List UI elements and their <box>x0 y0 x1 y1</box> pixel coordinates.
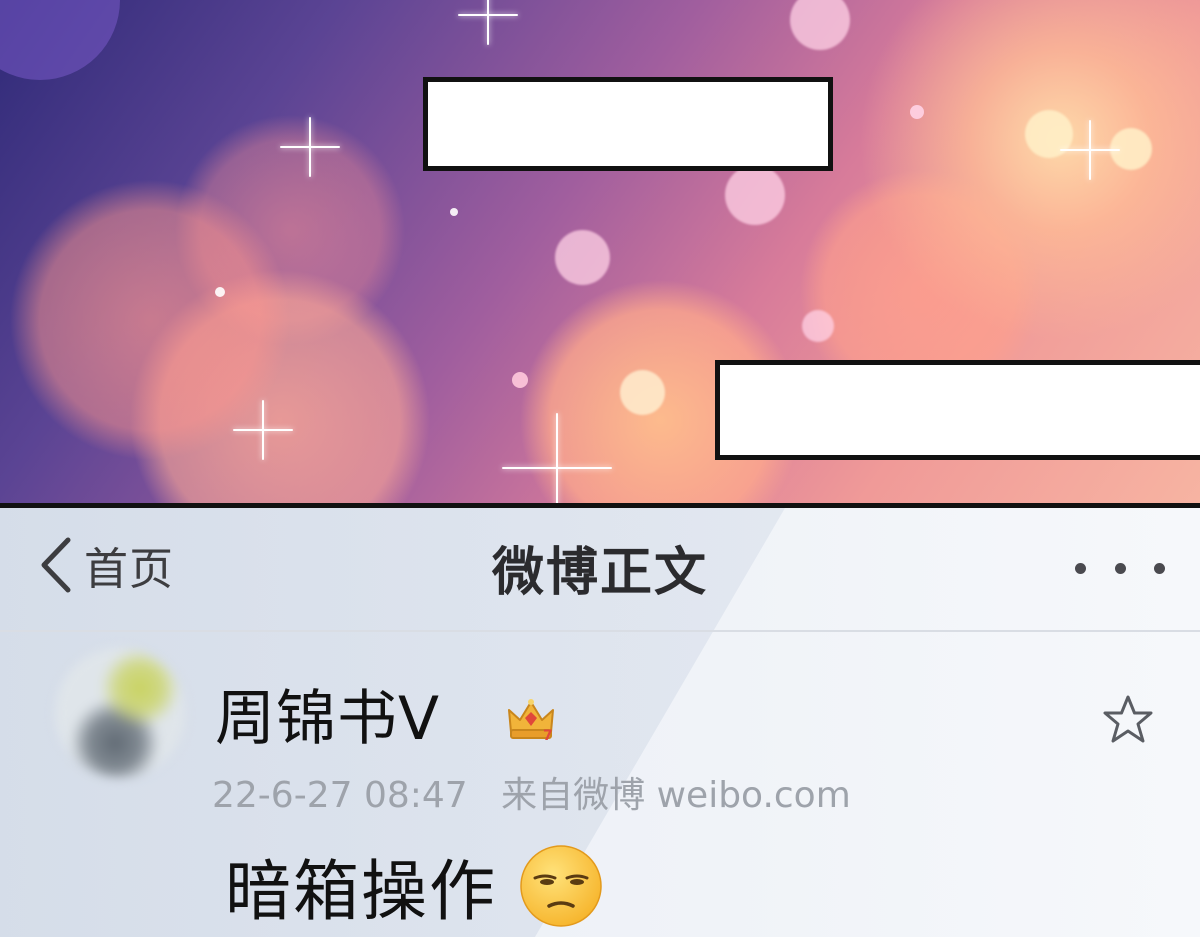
comic-panel-top <box>0 0 1200 507</box>
unamused-face-emoji <box>520 845 602 927</box>
post-text: 暗箱操作 <box>225 853 497 930</box>
avatar[interactable] <box>55 648 185 778</box>
weibo-post-screen: 首页 微博正文 周锦书V 7 22-6-27 08:47 来自微博 weibo.… <box>0 508 1200 937</box>
more-dots-icon <box>1075 562 1086 574</box>
star-outline-icon[interactable] <box>1100 693 1156 747</box>
speech-box-right <box>715 360 1200 460</box>
post-content: 暗箱操作 <box>225 838 603 934</box>
more-button[interactable] <box>1075 548 1165 588</box>
navigation-bar: 首页 微博正文 <box>0 508 1200 632</box>
page-title: 微博正文 <box>491 543 708 603</box>
sparkle-dot <box>450 208 458 216</box>
svg-text:7: 7 <box>543 728 553 742</box>
bokeh-light <box>802 310 834 342</box>
speech-box-top <box>423 77 833 171</box>
bokeh-light <box>725 165 785 225</box>
post-timestamp: 22-6-27 08:47 <box>212 775 468 816</box>
more-dots-icon <box>1114 562 1126 574</box>
sparkle-dot <box>512 372 528 388</box>
bokeh-light <box>555 230 610 285</box>
username[interactable]: 周锦书V <box>215 670 440 757</box>
sparkle-dot <box>215 287 225 297</box>
bokeh-orb <box>0 0 120 80</box>
bokeh-light <box>620 370 665 415</box>
sparkle-dot <box>910 105 924 119</box>
crown-icon: 7 <box>508 699 554 742</box>
post-meta: 22-6-27 08:47 来自微博 weibo.com <box>212 766 851 818</box>
post-source: 来自微博 weibo.com <box>501 775 851 816</box>
more-dots-icon <box>1154 562 1165 574</box>
bokeh-light <box>790 0 850 50</box>
